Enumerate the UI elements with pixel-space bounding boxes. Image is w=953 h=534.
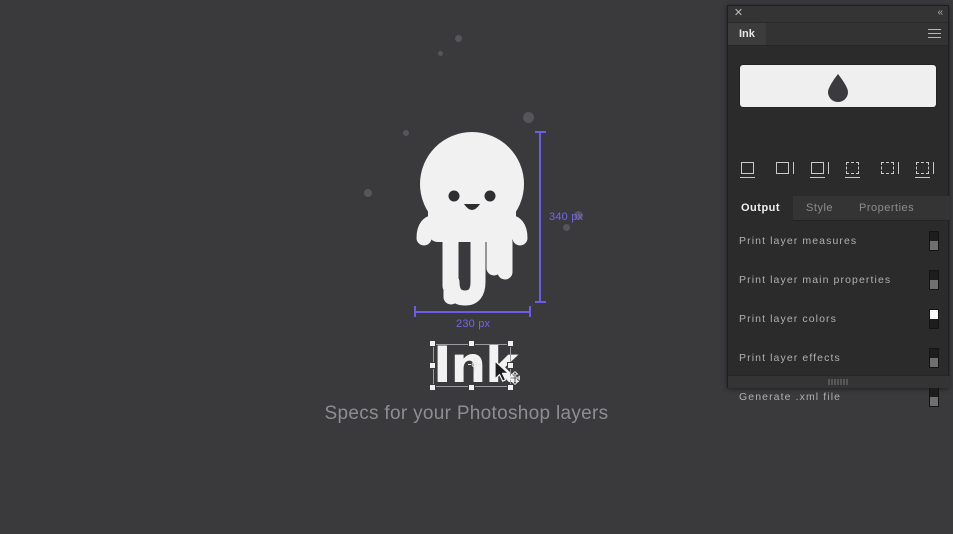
option-row[interactable]: Print layer effects	[728, 338, 950, 377]
tagline: Specs for your Photoshop layers	[0, 403, 727, 425]
option-label: Generate .xml file	[739, 391, 842, 403]
height-measure-cap-top	[535, 131, 546, 133]
panel-tabbar[interactable]: Ink	[728, 23, 948, 46]
selection-handle-nw[interactable]	[429, 340, 436, 347]
option-label: Print layer main properties	[739, 274, 892, 286]
ink-drop-icon	[823, 72, 853, 107]
spec-icon-box-right[interactable]	[775, 161, 799, 181]
toggle-print-layer-main-properties[interactable]	[929, 270, 939, 290]
selection-handle-w[interactable]	[429, 362, 436, 369]
selection-handle-s[interactable]	[468, 384, 475, 391]
option-label: Print layer effects	[739, 352, 841, 364]
tab-style[interactable]: Style	[793, 196, 846, 220]
mouse-cursor-move-icon	[494, 360, 521, 388]
transform-center-icon	[468, 358, 481, 371]
toggle-print-layer-measures[interactable]	[929, 231, 939, 251]
spec-icon-box-underline-right[interactable]	[809, 161, 834, 181]
collapse-panel-icon[interactable]: «	[937, 7, 942, 19]
height-measure-line	[539, 131, 541, 303]
toggle-print-layer-colors[interactable]	[929, 309, 939, 329]
ink-panel[interactable]: ✕ « Ink Output Style Properties Print la…	[727, 5, 950, 407]
decorative-dot	[455, 35, 462, 42]
canvas-stage[interactable]: 340 px 230 px Ink Specs for your Photosh…	[0, 0, 727, 534]
hamburger-menu-icon[interactable]	[928, 29, 941, 39]
decorative-dot	[364, 189, 372, 197]
spec-icon-box[interactable]	[739, 161, 764, 181]
option-label: Print layer measures	[739, 235, 858, 247]
width-measure-line	[414, 311, 531, 313]
close-icon[interactable]: ✕	[733, 8, 744, 19]
option-row[interactable]: Print layer measures	[728, 221, 950, 260]
spec-icon-dashed-box-underline-right[interactable]	[914, 161, 939, 181]
decorative-dot	[563, 224, 570, 231]
resize-grip[interactable]	[828, 379, 850, 385]
width-measure-label: 230 px	[456, 318, 491, 330]
width-measure-cap-right	[529, 306, 531, 317]
height-measure-cap-bottom	[535, 301, 546, 303]
height-measure-label: 340 px	[549, 211, 584, 223]
spec-icon-dashed-box-right[interactable]	[880, 161, 904, 181]
panel-tab-ink[interactable]: Ink	[728, 23, 766, 45]
tagline-text: Specs for your Photoshop layers	[324, 403, 609, 424]
panel-footer	[728, 375, 950, 388]
selection-handle-n[interactable]	[468, 340, 475, 347]
panel-tabs[interactable]: Output Style Properties	[728, 196, 950, 221]
tab-output[interactable]: Output	[728, 196, 794, 221]
decorative-dot	[403, 130, 409, 136]
toggle-generate-xml-file[interactable]	[929, 387, 939, 407]
tab-properties[interactable]: Properties	[846, 196, 927, 220]
spec-icon-row[interactable]	[728, 161, 950, 181]
panel-body: Output Style Properties Print layer meas…	[728, 46, 950, 407]
option-label: Print layer colors	[739, 313, 837, 325]
width-measure-cap-left	[414, 306, 416, 317]
selection-handle-ne[interactable]	[507, 340, 514, 347]
panel-titlebar[interactable]: ✕ «	[728, 6, 948, 23]
toggle-print-layer-effects[interactable]	[929, 348, 939, 368]
ink-drop-logo-box	[740, 65, 936, 107]
decorative-dot	[438, 51, 443, 56]
octopus-mascot[interactable]	[410, 126, 534, 306]
selection-handle-sw[interactable]	[429, 384, 436, 391]
option-row[interactable]: Print layer main properties	[728, 260, 950, 299]
spec-icon-dashed-box[interactable]	[844, 161, 869, 181]
option-row[interactable]: Print layer colors	[728, 299, 950, 338]
decorative-dot	[523, 112, 534, 123]
